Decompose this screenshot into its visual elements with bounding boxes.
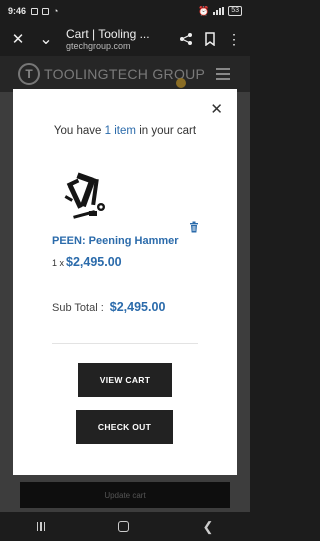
update-cart-button[interactable]: Update cart: [20, 482, 230, 508]
back-icon[interactable]: ❮: [202, 519, 213, 535]
checkout-button[interactable]: CHECK OUT: [76, 410, 173, 444]
product-quantity-price: 1 x $2,495.00: [52, 255, 122, 269]
subtotal-value: $2,495.00: [109, 300, 166, 314]
trash-icon[interactable]: [189, 220, 199, 233]
signal-icon: [213, 7, 225, 15]
cart-item-count[interactable]: 1 item: [105, 125, 136, 137]
subtotal: Sub Total : $2,495.00: [52, 300, 165, 314]
share-icon[interactable]: [174, 27, 198, 51]
cart-badge: [176, 78, 186, 88]
notification-icons: ◔: [31, 6, 58, 16]
cart-popup: ✕ You have 1 item in your cart PEEN: Pee…: [13, 89, 237, 475]
notification-icon: [42, 7, 50, 15]
product-price: $2,495.00: [66, 255, 122, 269]
cart-heading-prefix: You have: [53, 125, 102, 137]
close-popup-icon[interactable]: ✕: [210, 102, 223, 117]
view-cart-button[interactable]: VIEW CART: [78, 363, 172, 397]
status-bar: 9:46 ◔ ⏰ 53: [0, 0, 250, 22]
product-name-link[interactable]: PEEN: Peening Hammer: [52, 235, 179, 247]
more-menu-icon[interactable]: ⋮: [222, 27, 246, 51]
site-header: T TOOLINGTECH GROUP: [0, 56, 250, 92]
divider: [52, 343, 198, 344]
product-quantity: 1 x: [52, 258, 65, 268]
hamburger-menu-icon[interactable]: [216, 68, 230, 83]
chevron-down-icon[interactable]: ⌄: [34, 27, 58, 51]
page-title: Cart | Tooling ...: [66, 27, 150, 41]
cart-heading-suffix: in your cart: [139, 125, 197, 137]
status-right: ⏰ 53: [198, 6, 242, 17]
browser-title-area[interactable]: Cart | Tooling ... gtechgroup.com: [66, 27, 174, 51]
browser-toolbar: ✕ ⌄ Cart | Tooling ... gtechgroup.com ⋮: [0, 22, 250, 56]
status-time: 9:46: [8, 6, 27, 16]
home-icon[interactable]: [118, 521, 130, 532]
recent-apps-icon[interactable]: [36, 522, 46, 531]
subtotal-label: Sub Total :: [52, 302, 104, 314]
wifi-icon: ◔: [53, 6, 59, 16]
logo-icon: T: [18, 63, 40, 85]
cart-heading: You have 1 item in your cart: [13, 125, 237, 137]
screen: 9:46 ◔ ⏰ 53 ✕ ⌄ Cart | Tooling ... gtech…: [0, 0, 250, 541]
alarm-icon: ⏰: [197, 5, 210, 16]
system-nav-bar: ❮: [0, 512, 250, 541]
bookmark-icon[interactable]: [198, 27, 222, 51]
notification-icon: [31, 7, 39, 15]
product-image[interactable]: [59, 169, 115, 225]
battery-icon: 53: [228, 6, 242, 16]
page-url: gtechgroup.com: [66, 41, 131, 51]
close-tab-icon[interactable]: ✕: [6, 27, 30, 51]
